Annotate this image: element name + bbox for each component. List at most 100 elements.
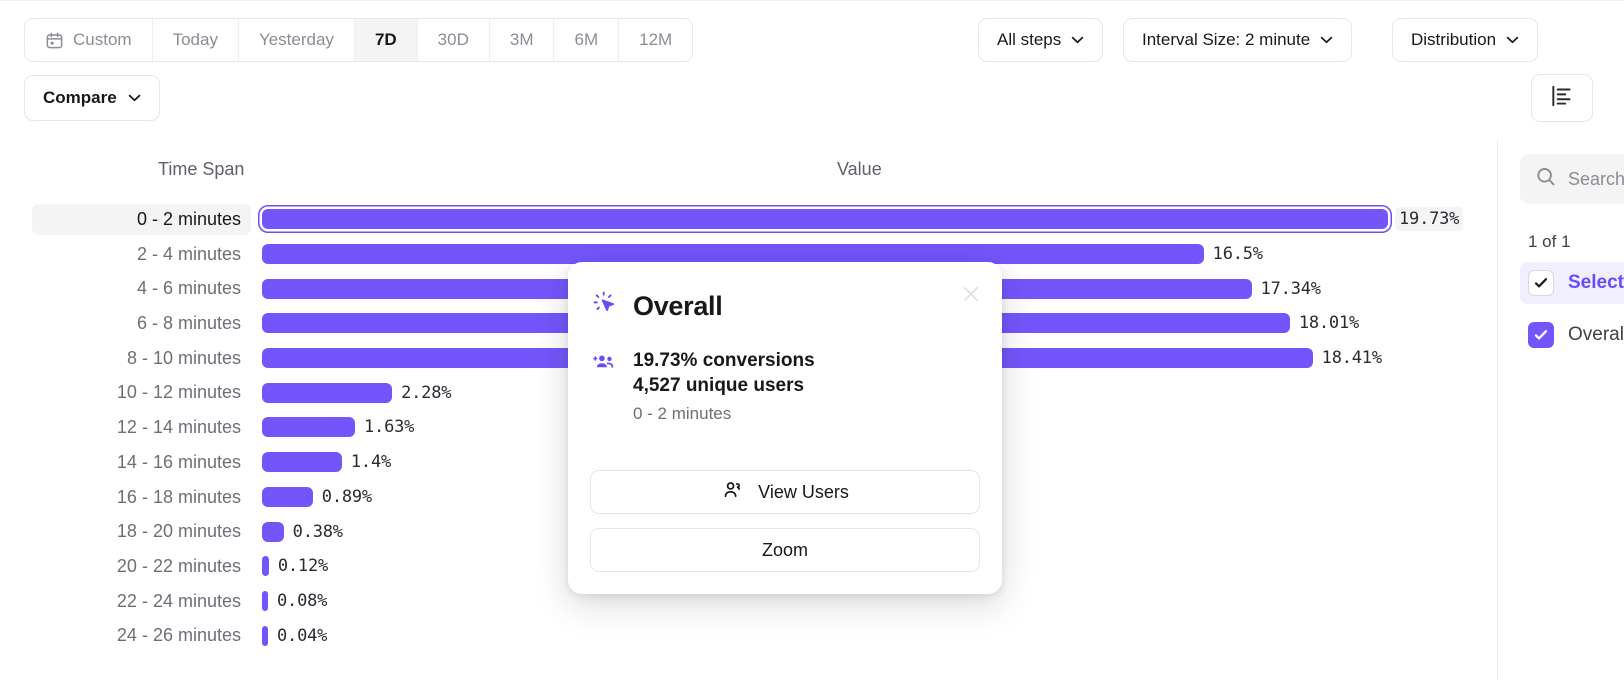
row-category-label-wrap: 24 - 26 minutes bbox=[32, 620, 251, 651]
column-header-time-span: Time Span bbox=[158, 159, 245, 179]
bar-value-label: 0.12% bbox=[277, 556, 329, 577]
search-input[interactable]: Search bbox=[1520, 154, 1624, 204]
row-category-label: 6 - 8 minutes bbox=[136, 313, 241, 334]
row-bar-area: 0.04% bbox=[262, 618, 1480, 653]
row-category-label-wrap: 6 - 8 minutes bbox=[32, 308, 251, 339]
range-custom[interactable]: Custom bbox=[25, 19, 153, 61]
view-users-label: View Users bbox=[758, 481, 849, 502]
row-bar-area: 19.73% bbox=[262, 202, 1480, 237]
steps-filter-label: All steps bbox=[997, 30, 1062, 49]
data-point-popover: Overall 19.73% conversions 4,527 unique … bbox=[568, 262, 1002, 594]
range-today-label: Today bbox=[172, 30, 218, 49]
row-category-label-wrap: 18 - 20 minutes bbox=[32, 516, 251, 547]
bar-value-label: 0.08% bbox=[277, 590, 328, 611]
column-header-value: Value bbox=[837, 159, 882, 179]
series-filter-sidebar: Search 1 of 1 Select all Overall bbox=[1497, 140, 1624, 680]
search-icon bbox=[1534, 165, 1558, 194]
close-icon[interactable] bbox=[960, 283, 982, 305]
chevron-down-icon bbox=[128, 94, 141, 102]
row-category-label: 8 - 10 minutes bbox=[126, 347, 241, 368]
row-category-label-wrap: 12 - 14 minutes bbox=[32, 412, 251, 443]
steps-filter-dropdown[interactable]: All steps bbox=[978, 18, 1104, 62]
table-view-icon bbox=[1549, 83, 1575, 114]
compare-button[interactable]: Compare bbox=[24, 75, 160, 121]
checkbox-checked-icon[interactable] bbox=[1528, 322, 1554, 348]
popover-conversions: 19.73% conversions bbox=[633, 350, 815, 371]
bar-value-label: 0.04% bbox=[277, 625, 328, 646]
distribution-dropdown[interactable]: Distribution bbox=[1392, 18, 1539, 62]
bar-value-label: 17.34% bbox=[1260, 278, 1321, 299]
calendar-icon bbox=[45, 31, 64, 50]
bar-value-label: 16.5% bbox=[1212, 244, 1263, 265]
bar[interactable] bbox=[262, 521, 284, 542]
bar-value-label: 1.4% bbox=[350, 452, 392, 473]
bar-value-label: 18.41% bbox=[1321, 348, 1382, 369]
interval-size-label: Interval Size: 2 minute bbox=[1142, 30, 1311, 49]
popover-title: Overall bbox=[633, 290, 723, 321]
range-today[interactable]: Today bbox=[152, 19, 239, 61]
bar[interactable] bbox=[262, 209, 1388, 230]
range-yesterday-label: Yesterday bbox=[258, 30, 334, 49]
popover-unique-users: 4,527 unique users bbox=[633, 375, 805, 396]
range-3m-label: 3M bbox=[509, 30, 534, 49]
range-30d-label: 30D bbox=[437, 30, 469, 49]
zoom-button[interactable]: Zoom bbox=[590, 528, 980, 572]
table-row[interactable]: 0 - 2 minutes 19.73% bbox=[0, 202, 1480, 237]
range-6m-label: 6M bbox=[574, 30, 599, 49]
range-custom-label: Custom bbox=[73, 30, 132, 49]
checkbox-checked-icon[interactable] bbox=[1528, 270, 1554, 296]
sidebar-item-select-all-label: Select all bbox=[1568, 272, 1624, 293]
table-view-button[interactable] bbox=[1531, 74, 1593, 122]
sidebar-item-overall-label: Overall bbox=[1568, 324, 1624, 345]
bar[interactable] bbox=[262, 452, 342, 473]
series-count: 1 of 1 bbox=[1528, 232, 1571, 251]
bar[interactable] bbox=[262, 486, 313, 507]
interval-size-dropdown[interactable]: Interval Size: 2 minute bbox=[1123, 18, 1353, 62]
range-30d[interactable]: 30D bbox=[417, 19, 490, 61]
bar[interactable] bbox=[262, 417, 356, 438]
bar-value-label: 2.28% bbox=[401, 382, 452, 403]
row-category-label-wrap: 2 - 4 minutes bbox=[32, 239, 251, 270]
compare-label: Compare bbox=[43, 88, 117, 107]
chevron-down-icon bbox=[1071, 36, 1084, 44]
bar[interactable] bbox=[262, 590, 268, 611]
bar[interactable] bbox=[262, 625, 268, 646]
table-row[interactable]: 24 - 26 minutes 0.04% bbox=[0, 618, 1480, 653]
row-category-label: 20 - 22 minutes bbox=[116, 555, 241, 576]
user-icon bbox=[721, 478, 744, 506]
row-category-label: 10 - 12 minutes bbox=[116, 382, 241, 403]
cursor-click-icon bbox=[592, 290, 619, 322]
range-6m[interactable]: 6M bbox=[554, 19, 620, 61]
range-7d-label: 7D bbox=[374, 30, 397, 49]
toolbar: Custom Today Yesterday 7D 30D 3M 6M 12M bbox=[0, 0, 1624, 68]
zoom-label: Zoom bbox=[761, 539, 808, 560]
row-category-label-wrap: 20 - 22 minutes bbox=[32, 551, 251, 582]
sidebar-item-select-all[interactable]: Select all bbox=[1520, 262, 1624, 304]
range-3m[interactable]: 3M bbox=[489, 19, 555, 61]
row-category-label: 4 - 6 minutes bbox=[136, 278, 241, 299]
view-users-button[interactable]: View Users bbox=[590, 470, 980, 514]
bar-value-label: 0.38% bbox=[292, 521, 343, 542]
bar[interactable] bbox=[262, 382, 393, 403]
row-category-label-wrap: 4 - 6 minutes bbox=[32, 273, 251, 304]
popover-stats: 19.73% conversions 4,527 unique users 0 … bbox=[592, 350, 980, 424]
row-category-label-wrap: 0 - 2 minutes bbox=[32, 204, 251, 235]
row-category-label-wrap: 14 - 16 minutes bbox=[32, 447, 251, 478]
range-7d[interactable]: 7D bbox=[354, 19, 418, 61]
row-category-label: 24 - 26 minutes bbox=[116, 625, 241, 646]
date-range-segmented-control[interactable]: Custom Today Yesterday 7D 30D 3M 6M 12M bbox=[24, 18, 694, 62]
users-group-icon bbox=[592, 350, 617, 424]
row-category-label-wrap: 8 - 10 minutes bbox=[32, 343, 251, 374]
range-yesterday[interactable]: Yesterday bbox=[238, 19, 355, 61]
bar[interactable] bbox=[262, 556, 269, 577]
row-category-label-wrap: 16 - 18 minutes bbox=[32, 482, 251, 513]
distribution-label: Distribution bbox=[1411, 30, 1497, 49]
row-category-label: 16 - 18 minutes bbox=[116, 486, 241, 507]
range-12m-label: 12M bbox=[639, 30, 673, 49]
row-category-label: 18 - 20 minutes bbox=[116, 521, 241, 542]
row-category-label-wrap: 22 - 24 minutes bbox=[32, 586, 251, 617]
range-12m[interactable]: 12M bbox=[619, 19, 693, 61]
sidebar-item-overall[interactable]: Overall bbox=[1520, 314, 1624, 356]
search-placeholder: Search bbox=[1568, 168, 1624, 189]
row-category-label: 0 - 2 minutes bbox=[136, 209, 241, 229]
